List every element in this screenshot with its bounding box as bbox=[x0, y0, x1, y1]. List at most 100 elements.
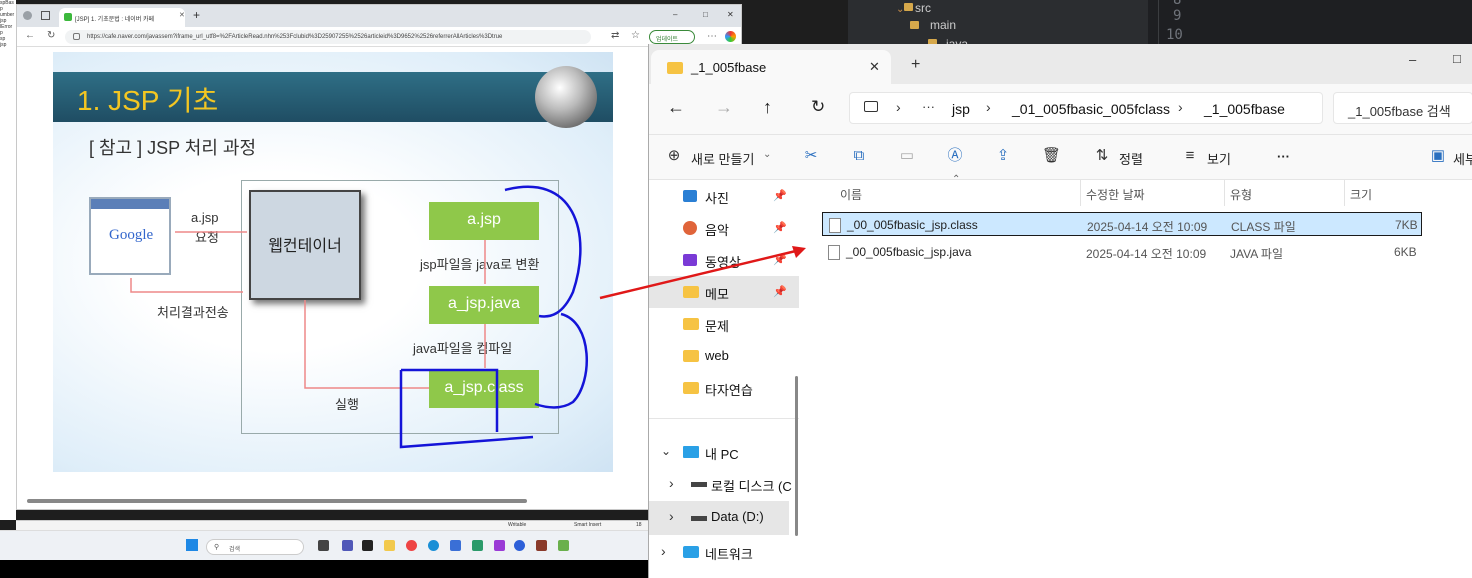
app-icon[interactable] bbox=[472, 540, 483, 551]
tree-item-this-pc[interactable]: ⌄ 내 PC bbox=[649, 436, 799, 468]
path-overflow-button[interactable]: ··· bbox=[922, 99, 935, 114]
address-bar[interactable]: › ··· jsp › _01_005fbasic_005fclass › _1… bbox=[849, 92, 1323, 124]
column-separator[interactable] bbox=[1224, 180, 1225, 206]
nav-label: 사진 bbox=[705, 191, 729, 206]
file-row[interactable]: _00_005fbasic_jsp.java 2025-04-14 오전 10:… bbox=[822, 240, 1422, 264]
app-icon[interactable] bbox=[494, 540, 505, 551]
new-button[interactable]: 새로 만들기 bbox=[691, 149, 754, 168]
divider bbox=[1158, 0, 1159, 48]
new-tab-button[interactable]: + bbox=[911, 56, 920, 74]
chevron-right-icon[interactable]: › bbox=[669, 475, 674, 491]
app-icon[interactable] bbox=[536, 540, 547, 551]
path-segment[interactable]: _01_005fbasic_005fclass bbox=[1012, 101, 1170, 117]
folder-icon bbox=[683, 286, 699, 298]
rename-icon[interactable]: Ⓐ bbox=[946, 147, 964, 165]
minimize-button[interactable]: – bbox=[673, 10, 677, 19]
zoom-icon[interactable] bbox=[514, 540, 525, 551]
task-view-icon[interactable] bbox=[318, 540, 329, 551]
path-segment[interactable]: jsp bbox=[952, 101, 970, 117]
nav-item-typing[interactable]: 타자연습 bbox=[649, 372, 799, 404]
nav-item-music[interactable]: 음악 📌 bbox=[649, 212, 799, 244]
terminal-icon[interactable] bbox=[362, 540, 373, 551]
nav-label: 로컬 디스크 (C bbox=[711, 479, 792, 494]
close-tab-icon[interactable]: ✕ bbox=[179, 11, 185, 19]
search-box[interactable]: _1_005fbase 검색 bbox=[1333, 92, 1472, 124]
menu-dots-icon[interactable]: ⋯ bbox=[707, 31, 717, 42]
nav-item-problems[interactable]: 문제 bbox=[649, 308, 799, 340]
column-header-name[interactable]: 이름 bbox=[840, 186, 862, 203]
column-header-size[interactable]: 크기 bbox=[1350, 186, 1372, 203]
teams-icon[interactable] bbox=[342, 540, 353, 551]
file-explorer-icon[interactable] bbox=[384, 540, 395, 551]
view-icon[interactable]: ≡ bbox=[1181, 147, 1199, 165]
nav-item-videos[interactable]: 동영상 📌 bbox=[649, 244, 799, 276]
cut-icon[interactable]: ✂ bbox=[802, 147, 820, 165]
nav-item-memo[interactable]: 메모 📌 bbox=[649, 276, 799, 308]
tree-item-src[interactable]: src bbox=[915, 1, 931, 15]
chevron-right-icon[interactable]: › bbox=[669, 508, 674, 524]
copy-icon[interactable]: ⧉ bbox=[850, 147, 868, 165]
new-tab-button[interactable]: + bbox=[193, 8, 200, 22]
close-window-button[interactable]: ✕ bbox=[727, 10, 734, 19]
bookmark-star-icon[interactable]: ☆ bbox=[631, 30, 640, 41]
more-button[interactable]: ··· bbox=[1277, 149, 1290, 164]
chevron-down-icon[interactable]: ⌄ bbox=[661, 444, 671, 458]
column-separator[interactable] bbox=[1080, 180, 1081, 206]
folder-icon bbox=[667, 62, 683, 74]
column-separator[interactable] bbox=[1344, 180, 1345, 206]
horizontal-scrollbar[interactable] bbox=[27, 499, 527, 503]
explorer-tab[interactable]: _1_005fbase ✕ bbox=[651, 50, 891, 84]
nav-label: 동영상 bbox=[705, 255, 741, 270]
windows-start-icon[interactable] bbox=[186, 539, 198, 551]
delete-icon[interactable]: 🗑 bbox=[1042, 147, 1061, 165]
details-pane-icon[interactable]: ▣ bbox=[1429, 147, 1447, 165]
taskbar-search[interactable]: ⚲ 검색 bbox=[206, 539, 304, 555]
update-button[interactable]: 업데이트 bbox=[649, 30, 695, 44]
editor-status-bar: Writable Smart Insert 18 bbox=[16, 520, 648, 530]
tree-item-data-drive[interactable]: › Data (D:) bbox=[649, 501, 789, 535]
folder-icon bbox=[683, 382, 699, 394]
tree-item-local-disk[interactable]: › 로컬 디스크 (C bbox=[649, 468, 799, 500]
close-tab-button[interactable]: ✕ bbox=[869, 59, 880, 75]
maximize-button[interactable]: □ bbox=[1453, 51, 1461, 66]
refresh-icon[interactable]: ↻ bbox=[811, 97, 825, 117]
file-row-selected[interactable]: _00_005fbasic_jsp.class 2025-04-14 오전 10… bbox=[822, 212, 1422, 236]
nav-item-pictures[interactable]: 사진 📌 bbox=[649, 180, 799, 212]
back-arrow-icon[interactable]: ← bbox=[667, 97, 685, 118]
sort-button[interactable]: 정렬 bbox=[1119, 149, 1143, 168]
minimize-button[interactable]: – bbox=[1409, 52, 1416, 67]
sort-icon[interactable]: ⇅ bbox=[1093, 147, 1111, 165]
status-writable: Writable bbox=[508, 522, 527, 528]
up-arrow-icon[interactable]: ↑ bbox=[763, 97, 772, 118]
column-header-type[interactable]: 유형 bbox=[1230, 186, 1252, 203]
chrome-icon[interactable] bbox=[406, 540, 417, 551]
copilot-icon[interactable] bbox=[725, 31, 736, 42]
share-icon[interactable]: ⇪ bbox=[994, 147, 1012, 165]
translate-icon[interactable]: ⇄ bbox=[611, 30, 619, 41]
chevron-right-icon[interactable]: › bbox=[661, 543, 666, 559]
forward-arrow-icon[interactable]: → bbox=[715, 97, 733, 118]
reload-icon[interactable]: ↻ bbox=[47, 30, 55, 41]
music-icon bbox=[683, 221, 697, 235]
add-icon[interactable]: ⊕ bbox=[665, 147, 683, 165]
tree-item-main[interactable]: main bbox=[930, 18, 956, 32]
url-field[interactable]: https://cafe.naver.com/javassem?iframe_u… bbox=[65, 30, 591, 44]
tab-actions-icon[interactable] bbox=[41, 11, 50, 20]
view-button[interactable]: 보기 bbox=[1207, 149, 1231, 168]
tree-item-network[interactable]: › 네트워크 bbox=[649, 536, 799, 568]
back-icon[interactable]: ← bbox=[25, 30, 35, 41]
app-icon[interactable] bbox=[450, 540, 461, 551]
site-info-icon[interactable] bbox=[73, 33, 80, 40]
browser-tab[interactable]: [JSP] 1. 기초문법 : 네이버 카페 bbox=[59, 8, 185, 27]
chevron-right-icon: › bbox=[896, 99, 901, 115]
paste-icon[interactable]: ▭ bbox=[898, 147, 916, 165]
path-segment[interactable]: _1_005fbase bbox=[1204, 101, 1285, 117]
profile-icon[interactable] bbox=[23, 11, 32, 20]
maximize-button[interactable]: □ bbox=[703, 10, 708, 19]
edge-icon[interactable] bbox=[428, 540, 439, 551]
nav-item-web[interactable]: web bbox=[649, 340, 799, 372]
app-icon[interactable] bbox=[558, 540, 569, 551]
column-header-modified[interactable]: 수정한 날짜 bbox=[1086, 186, 1145, 203]
details-button[interactable]: 세부 bbox=[1453, 149, 1472, 168]
nav-scrollbar[interactable] bbox=[795, 376, 798, 536]
